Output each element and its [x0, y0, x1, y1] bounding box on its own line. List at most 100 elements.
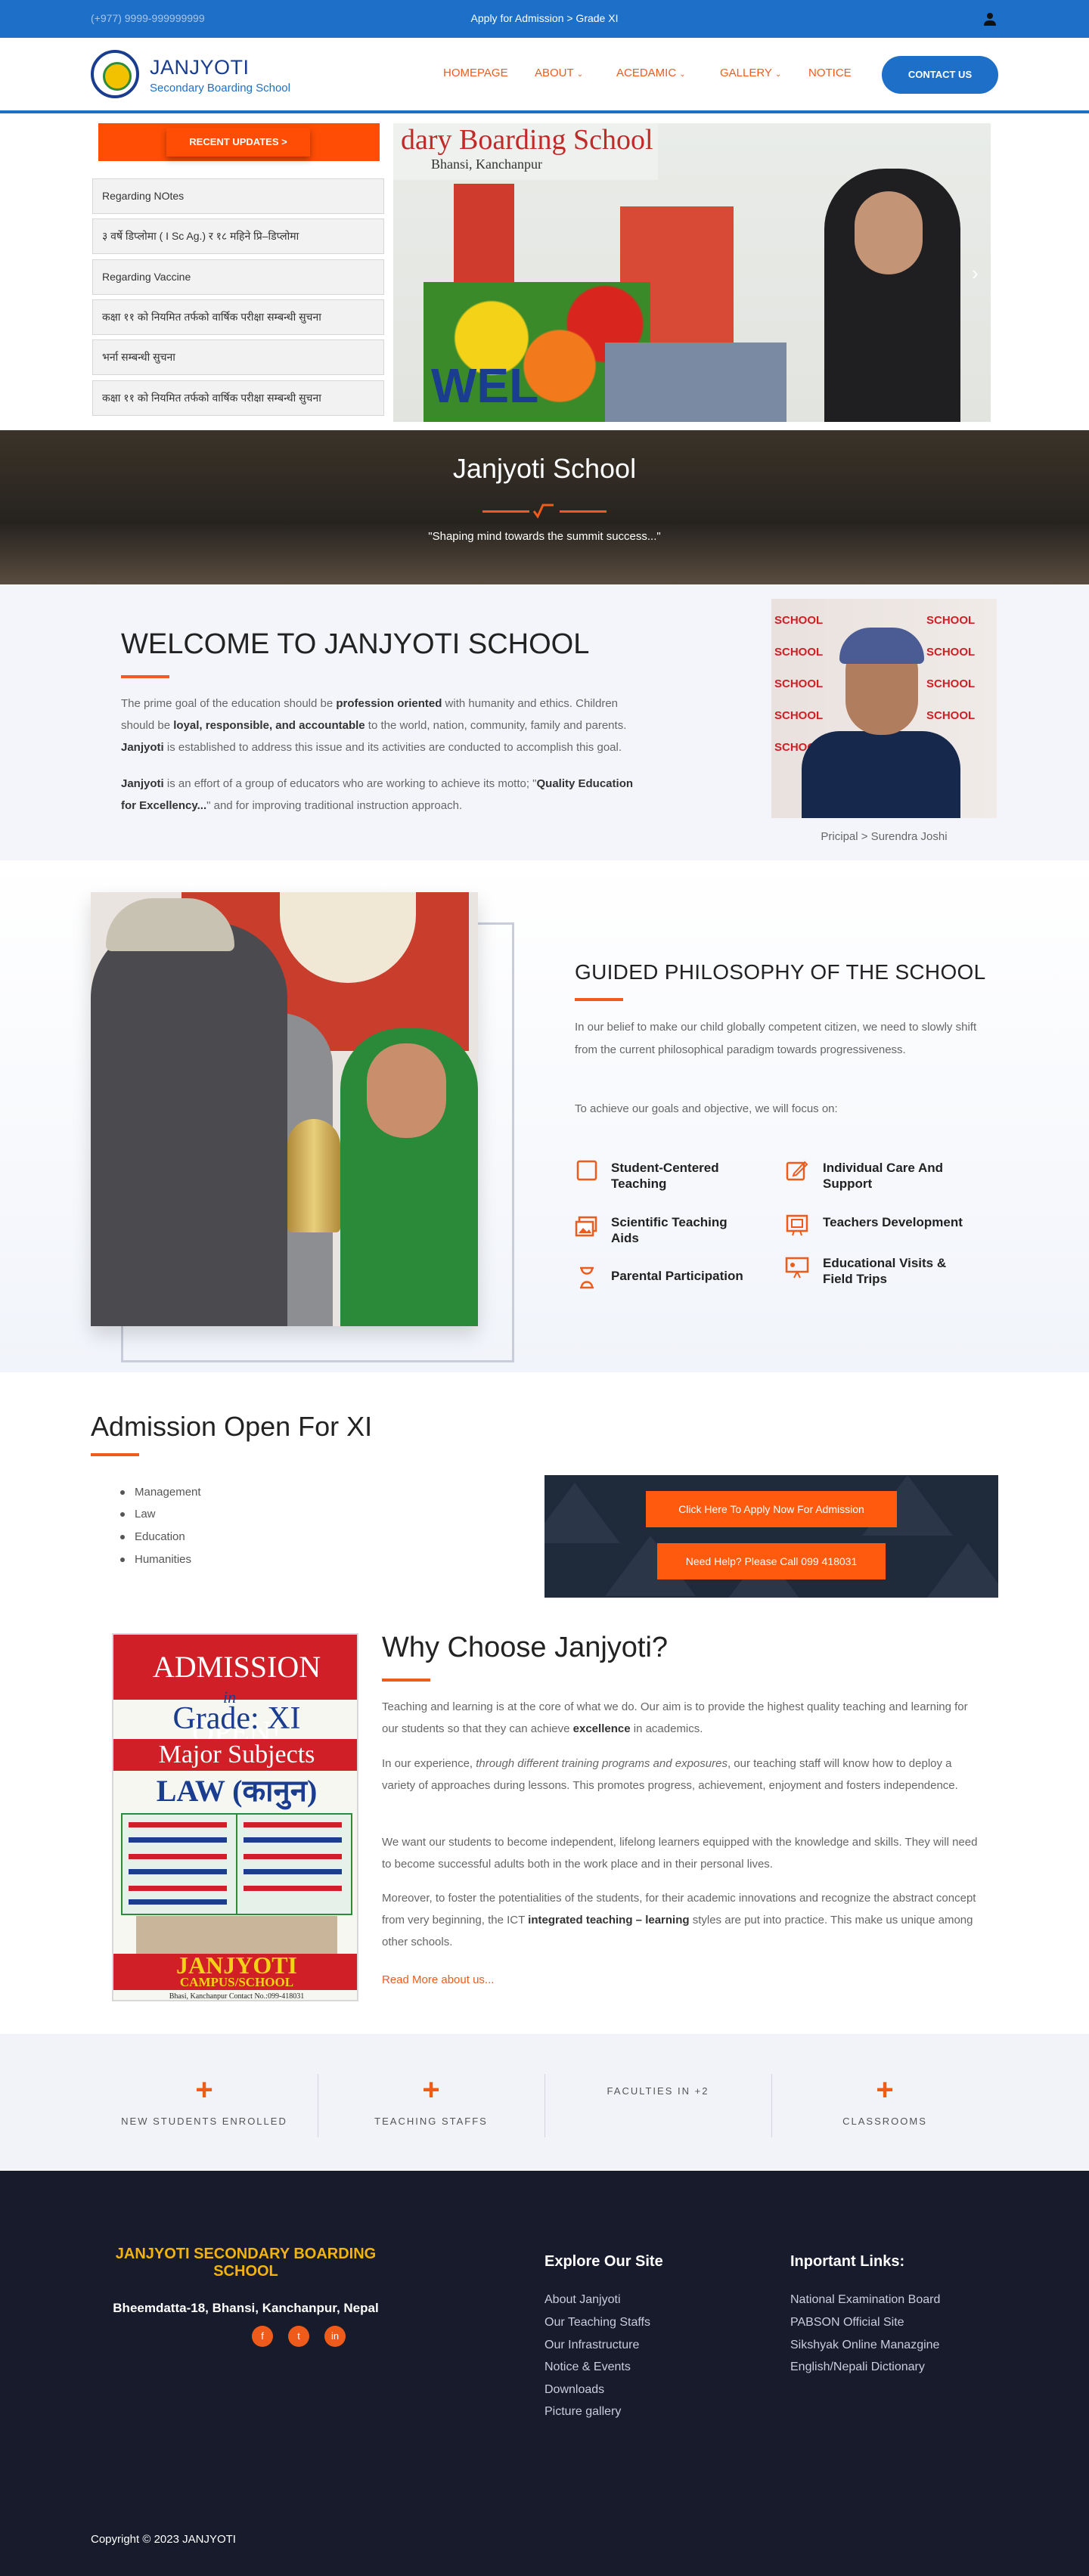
stat-new-students: + NEW STUDENTS ENROLLED [121, 2073, 287, 2127]
photo-student-face [367, 1043, 446, 1138]
backdrop-label: SCHOOL [926, 646, 976, 659]
nav-homepage[interactable]: HOMEPAGE [443, 67, 508, 79]
chevron-down-icon: ⌄ [679, 70, 686, 79]
admission-title: Admission Open For XI [91, 1411, 373, 1442]
recent-updates-panel: RECENT UPDATES > [98, 123, 380, 161]
stat-classrooms: + CLASSROOMS [842, 2073, 927, 2127]
poster-school-name: JANJYOTI CAMPUS/SCHOOL [113, 1953, 357, 1990]
stream-item: Education [120, 1530, 185, 1543]
backdrop-label: SCHOOL [774, 614, 824, 627]
title-underline [382, 1679, 430, 1682]
chevron-down-icon: ⌄ [774, 70, 782, 79]
trophy-image [287, 1119, 340, 1232]
footer-link-neb[interactable]: National Examination Board [790, 2293, 940, 2307]
poster-contact: Bhasi, Kanchanpur Contact No.:099-418031 [169, 1992, 305, 2001]
footer-link-sikshyak[interactable]: Sikshyak Online Manazgine [790, 2339, 939, 2352]
brand-tagline: Secondary Boarding School [150, 82, 290, 95]
facebook-icon[interactable]: f [252, 2326, 273, 2347]
feature-individual-care: Individual Care And Support [823, 1161, 944, 1191]
principal-suit [802, 731, 960, 818]
stat-teaching-staffs: + TEACHING STAFFS [374, 2073, 488, 2127]
principal-caption: Pricipal > Surendra Joshi [821, 830, 948, 843]
welcome-paragraph-2: Janjyoti is an effort of a group of educ… [121, 777, 634, 812]
stream-item: Management [120, 1486, 201, 1499]
why-paragraph-3: We want our students to become independe… [382, 1836, 978, 1871]
feature-parental-participation: Parental Participation [611, 1269, 743, 1283]
copyright-text: Copyright © 2023 JANJYOTI [91, 2533, 236, 2546]
edit-icon [786, 1161, 808, 1181]
nav-gallery[interactable]: GALLERY ⌄ [720, 67, 781, 79]
footer-link-staffs[interactable]: Our Teaching Staffs [544, 2316, 650, 2330]
footer-link-pabson[interactable]: PABSON Official Site [790, 2316, 904, 2330]
update-item[interactable]: कक्षा ११ को नियमित तर्फको वार्षिक परीक्ष… [92, 380, 384, 416]
footer-link-about[interactable]: About Janjyoti [544, 2293, 621, 2307]
admission-link[interactable]: Apply for Admission > Grade XI [0, 12, 1089, 24]
backdrop-label: SCHOOL [774, 677, 824, 690]
principal-photo: SCHOOL SCHOOL SCHOOL SCHOOL SCHOOL SCHOO… [771, 599, 997, 818]
nav-notice[interactable]: NOTICE [808, 67, 852, 79]
footer-links-title: Inportant Links: [790, 2253, 905, 2270]
slider-next-icon[interactable]: › [972, 262, 979, 285]
philosophy-paragraph-2: To achieve our goals and objective, we w… [575, 1102, 838, 1115]
admission-cta-box: Click Here To Apply Now For Admission Ne… [544, 1475, 998, 1598]
update-item[interactable]: Regarding NOtes [92, 178, 384, 214]
update-item[interactable]: भर्ना सम्बन्धी सुचना [92, 339, 384, 375]
poster-grade: Grade: XI [172, 1701, 301, 1736]
footer-link-infrastructure[interactable]: Our Infrastructure [544, 2339, 639, 2352]
feature-educational-visits: Educational Visits & Field Trips [823, 1256, 947, 1286]
nav-acedamic[interactable]: ACEDAMIC ⌄ [616, 67, 686, 79]
nav-about[interactable]: ABOUT ⌄ [535, 67, 583, 79]
presentation-icon [786, 1214, 808, 1236]
recent-updates-button[interactable]: RECENT UPDATES > [166, 128, 310, 157]
footer-link-notice[interactable]: Notice & Events [544, 2361, 631, 2374]
philosophy-paragraph-1: In our belief to make our child globally… [575, 1021, 977, 1056]
update-item[interactable]: Regarding Vaccine [92, 259, 384, 295]
footer-link-downloads[interactable]: Downloads [544, 2383, 604, 2397]
image-icon [575, 1216, 597, 1237]
call-help-button[interactable]: Need Help? Please Call 099 418031 [657, 1543, 886, 1579]
footer-link-dictionary[interactable]: English/Nepali Dictionary [790, 2361, 925, 2374]
stream-item: Humanities [119, 1553, 192, 1566]
feature-student-centered: Student-Centered Teaching [611, 1161, 719, 1191]
top-bar: (+977) 9999-999999999 Apply for Admissio… [0, 0, 1089, 38]
hero-title: Janjyoti School [452, 453, 637, 484]
projector-icon [785, 1257, 809, 1279]
backdrop-label: SCHOOL [926, 614, 976, 627]
why-title: Why Choose Janjyoti? [382, 1632, 669, 1663]
apply-now-button[interactable]: Click Here To Apply Now For Admission [646, 1491, 897, 1527]
welcome-title: WELCOME TO JANJYOTI SCHOOL [121, 628, 590, 660]
feature-teachers-development: Teachers Development [823, 1215, 963, 1229]
read-more-link[interactable]: Read More about us... [382, 1973, 494, 1986]
feature-teaching-aids: Scientific Teaching Aids [611, 1215, 728, 1245]
why-paragraph-1: Teaching and learning is at the core of … [382, 1700, 968, 1735]
brand-name[interactable]: JANJYOTI [150, 56, 250, 79]
poster-law: LAW (कानुन) [156, 1774, 318, 1808]
main-header: JANJYOTI Secondary Boarding School HOMEP… [0, 38, 1089, 113]
backdrop-label: SCHOOL [774, 709, 824, 722]
update-item[interactable]: कक्षा ११ को नियमित तर्फको वार्षिक परीक्ष… [92, 299, 384, 335]
title-underline [121, 675, 169, 678]
poster-subject-table [121, 1813, 352, 1915]
chevron-down-icon: ⌄ [576, 70, 584, 79]
poster-building [136, 1916, 337, 1954]
image-slider[interactable]: dary Boarding School Bhansi, Kanchanpur … [393, 123, 991, 422]
footer-explore-title: Explore Our Site [544, 2253, 663, 2270]
backdrop-label: SCHOOL [926, 677, 976, 690]
title-underline [575, 998, 623, 1001]
twitter-icon[interactable]: t [288, 2326, 309, 2347]
footer-link-gallery[interactable]: Picture gallery [544, 2405, 621, 2419]
user-icon[interactable] [984, 12, 996, 26]
update-item[interactable]: ३ वर्षे डिप्लोमा ( I Sc Ag.) र १८ महिने … [92, 219, 384, 254]
slide-speaker-face [855, 191, 923, 274]
stat-faculties: FACULTIES IN +2 [607, 2085, 709, 2097]
slide-banner-subtext: Bhansi, Kanchanpur [431, 157, 542, 172]
poster-subjects: Major Subjects [113, 1739, 357, 1771]
linkedin-icon[interactable]: in [324, 2326, 346, 2347]
square-icon [576, 1160, 597, 1181]
slide-podium: WEL [431, 343, 786, 422]
school-logo[interactable] [91, 50, 139, 98]
backdrop-label: SCHOOL [774, 646, 824, 659]
slide-banner: dary Boarding School Bhansi, Kanchanpur [393, 123, 658, 180]
slide-podium-text: WEL [431, 358, 539, 413]
contact-us-button[interactable]: CONTACT US [882, 56, 998, 94]
